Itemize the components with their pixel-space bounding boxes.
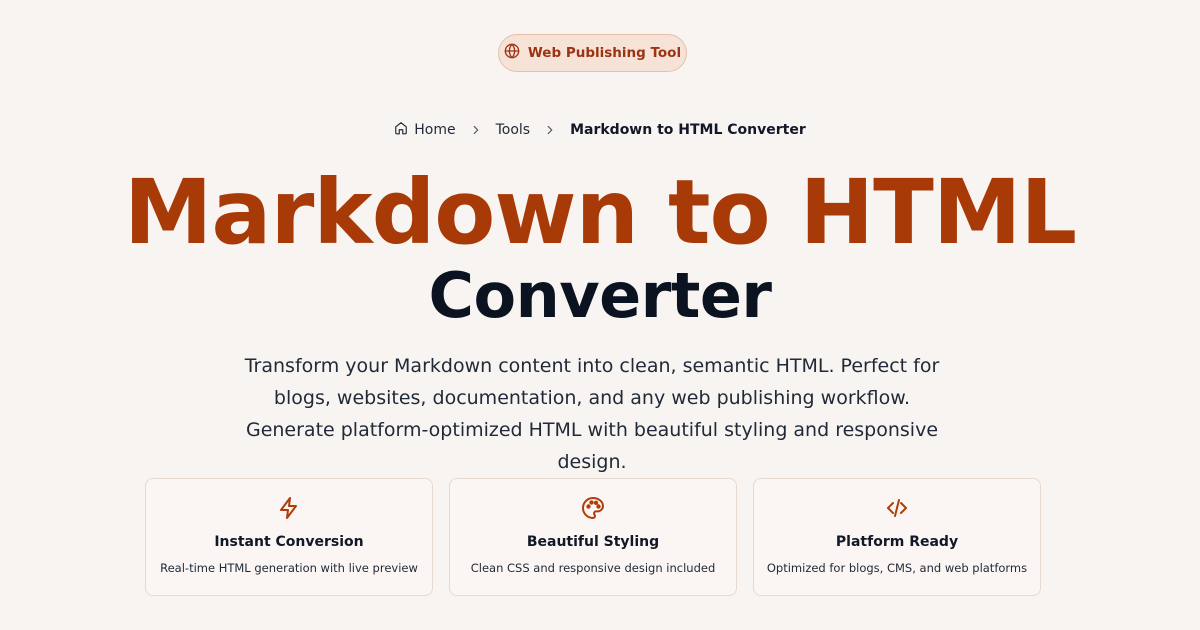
chevron-right-icon [543, 123, 557, 137]
breadcrumb-current: Markdown to HTML Converter [570, 122, 806, 138]
chevron-right-icon [469, 123, 483, 137]
palette-icon [581, 496, 605, 520]
breadcrumb-home-label: Home [414, 122, 456, 138]
globe-icon [504, 43, 520, 63]
hero-description: Transform your Markdown content into cle… [244, 355, 940, 473]
feature-title: Instant Conversion [214, 534, 364, 550]
feature-card-instant-conversion: Instant Conversion Real-time HTML genera… [145, 478, 433, 596]
feature-text: Clean CSS and responsive design included [470, 561, 716, 575]
code-icon [885, 496, 909, 520]
page-title-line2: Converter [428, 259, 772, 332]
page: Web Publishing Tool Home Tools Markdown … [0, 0, 1200, 630]
badge-label: Web Publishing Tool [527, 45, 682, 61]
breadcrumb-tools-label: Tools [495, 122, 531, 138]
home-icon [394, 121, 408, 139]
web-publishing-badge: Web Publishing Tool [498, 34, 687, 72]
feature-text: Optimized for blogs, CMS, and web platfo… [766, 561, 1028, 575]
breadcrumb: Home Tools Markdown to HTML Converter [0, 120, 1200, 140]
breadcrumb-home[interactable]: Home [394, 121, 456, 139]
feature-cards: Instant Conversion Real-time HTML genera… [145, 478, 1041, 596]
breadcrumb-tools[interactable]: Tools [496, 122, 531, 138]
feature-text: Real-time HTML generation with live prev… [160, 561, 418, 575]
feature-title: Beautiful Styling [526, 534, 660, 550]
breadcrumb-current-label: Markdown to HTML Converter [570, 122, 806, 138]
feature-card-beautiful-styling: Beautiful Styling Clean CSS and responsi… [449, 478, 737, 596]
feature-title: Platform Ready [835, 534, 959, 550]
lightning-icon [277, 496, 301, 520]
feature-card-platform-ready: Platform Ready Optimized for blogs, CMS,… [753, 478, 1041, 596]
page-title-line1: Markdown to HTML [123, 160, 1077, 264]
